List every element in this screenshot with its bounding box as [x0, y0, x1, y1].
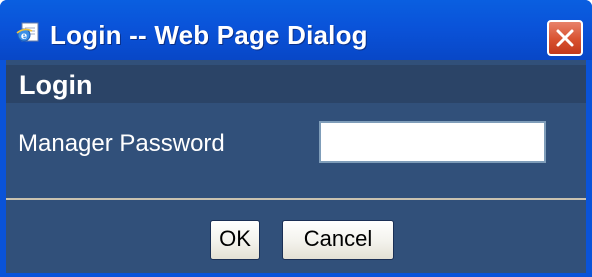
cancel-button[interactable]: Cancel: [282, 220, 394, 260]
dialog-content: Login Manager Password OK Cancel: [6, 60, 586, 273]
dialog-window: e Login -- Web Page Dialog Login Manager…: [0, 0, 592, 277]
ie-page-icon: e: [16, 21, 42, 43]
title-bar[interactable]: e Login -- Web Page Dialog: [0, 0, 592, 60]
header-band: Login: [6, 65, 586, 103]
page-title: Login: [19, 70, 93, 100]
divider: [6, 198, 586, 200]
password-input[interactable]: [319, 121, 546, 163]
password-label: Manager Password: [18, 130, 225, 157]
svg-text:e: e: [21, 31, 27, 42]
close-button[interactable]: [547, 20, 583, 56]
window-title: Login -- Web Page Dialog: [50, 20, 368, 50]
ok-button[interactable]: OK: [210, 220, 260, 260]
